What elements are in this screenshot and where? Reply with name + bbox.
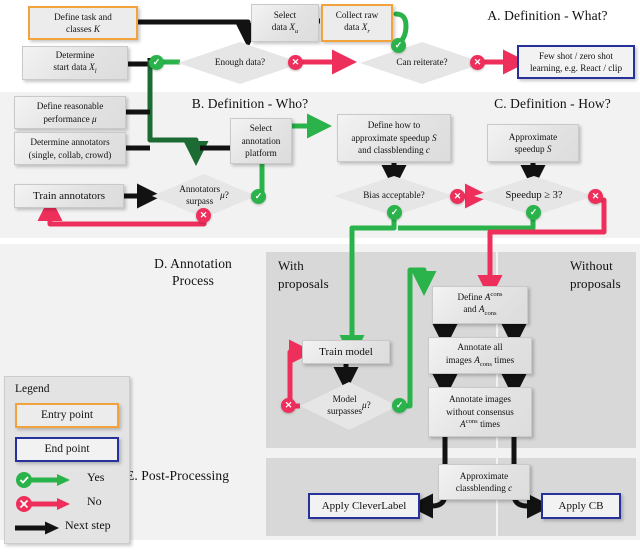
- node-train-annotators[interactable]: Train annotators: [14, 184, 124, 208]
- section-d-title-line2: Process: [172, 273, 214, 288]
- without-proposals-label-line2: proposals: [570, 276, 621, 291]
- node-approximate-classblending-label: Approximate classblending c: [455, 470, 513, 493]
- node-apply-cleverlabel-label: Apply CleverLabel: [321, 499, 407, 512]
- legend-end-point-label: End point: [44, 442, 90, 455]
- node-approximate-speedup[interactable]: Approximate speedup S: [487, 124, 579, 162]
- check-circle-icon: ✓: [251, 189, 266, 204]
- node-select-data-label: Select data Xu: [271, 9, 299, 36]
- legend-yes-label: Yes: [87, 470, 105, 484]
- legend-yes-row: Yes: [81, 470, 104, 485]
- node-train-annotators-label: Train annotators: [32, 189, 105, 202]
- section-c-title: C. Definition - How?: [494, 96, 611, 111]
- legend-next-step-arrow-icon: [15, 521, 59, 535]
- section-b-title: B. Definition - Who?: [191, 96, 309, 111]
- cross-circle-icon: ✕: [288, 55, 303, 70]
- flowchart-root: A. Definition - What? B. Definition - Wh…: [0, 0, 640, 554]
- node-can-reiterate-label: Can reiterate?: [396, 57, 448, 68]
- node-enough-data[interactable]: Enough data?: [178, 42, 302, 84]
- node-annotate-without-consensus-label: Annotate images without consensus Acons ti…: [446, 394, 514, 430]
- legend-entry-point-swatch: Entry point: [15, 403, 119, 428]
- legend-panel: Legend Entry point End point Yes No Next…: [4, 376, 130, 544]
- without-proposals-label-line1: Without: [570, 258, 613, 273]
- node-define-acons[interactable]: Define Acons and Acons: [432, 286, 528, 324]
- node-enough-data-label: Enough data?: [214, 57, 266, 68]
- node-determine-annotators[interactable]: Determine annotators (single, collab, cro…: [14, 132, 126, 165]
- legend-next-step-row: Next step: [65, 518, 111, 533]
- node-define-how-label: Define how to approximate speedup Sand cl…: [351, 120, 437, 156]
- cross-circle-icon: ✕: [450, 189, 465, 204]
- legend-title: Legend: [15, 383, 50, 395]
- node-few-shot-label: Few shot / zero shot learning, e.g. React…: [529, 50, 623, 73]
- node-collect-raw-data-label: Collect raw data Xr: [335, 9, 379, 36]
- legend-no-arrow-icon: [16, 496, 70, 512]
- node-define-performance[interactable]: Define reasonable performance μ: [14, 96, 126, 129]
- check-circle-icon: ✓: [387, 205, 402, 220]
- section-d-title-line1: D. Annotation: [154, 256, 232, 271]
- node-approximate-speedup-label: Approximate speedup S: [508, 131, 558, 154]
- node-annotate-all-label: Annotate all images Acons times: [445, 342, 515, 368]
- node-train-model[interactable]: Train model: [302, 340, 390, 364]
- check-circle-icon: ✓: [391, 38, 406, 53]
- node-select-data[interactable]: Select data Xu: [251, 4, 319, 42]
- with-proposals-label-line2: proposals: [278, 276, 329, 291]
- check-circle-icon: ✓: [149, 55, 164, 70]
- check-circle-icon: ✓: [392, 398, 407, 413]
- legend-next-step-label: Next step: [65, 518, 111, 532]
- node-can-reiterate[interactable]: Can reiterate?: [360, 42, 484, 84]
- legend-end-point-swatch: End point: [15, 437, 119, 462]
- node-few-shot[interactable]: Few shot / zero shot learning, e.g. React…: [517, 45, 635, 79]
- node-model-surpasses[interactable]: Model surpasses μ?: [300, 382, 398, 430]
- check-circle-icon: ✓: [526, 205, 541, 220]
- node-select-platform-label: Select annotation platform: [241, 123, 281, 159]
- node-determine-annotators-label: Determine annotators (single, collab, cro…: [28, 137, 112, 160]
- node-apply-cb[interactable]: Apply CB: [541, 493, 621, 519]
- node-determine-start-data[interactable]: Determine start data Xl: [22, 46, 128, 80]
- node-apply-cleverlabel[interactable]: Apply CleverLabel: [308, 493, 420, 519]
- node-train-model-label: Train model: [319, 345, 373, 358]
- section-a-title: A. Definition - What?: [487, 8, 608, 23]
- cross-circle-icon: ✕: [196, 208, 211, 223]
- cross-circle-icon: ✕: [281, 398, 296, 413]
- node-define-performance-label: Define reasonable performance μ: [36, 101, 104, 124]
- node-annotate-all[interactable]: Annotate all images Acons times: [428, 337, 532, 374]
- node-apply-cb-label: Apply CB: [558, 499, 604, 512]
- node-define-acons-label: Define Acons and Acons: [457, 290, 503, 318]
- node-collect-raw-data[interactable]: Collect raw data Xr: [321, 4, 393, 42]
- legend-no-label: No: [87, 494, 102, 508]
- node-determine-start-data-label: Determine start data Xl: [53, 49, 97, 76]
- node-approximate-classblending[interactable]: Approximate classblending c: [438, 464, 530, 500]
- legend-no-row: No: [81, 494, 102, 509]
- cross-circle-icon: ✕: [588, 189, 603, 204]
- section-e-title: E. Post-Processing: [126, 468, 230, 483]
- with-proposals-label-line1: With: [278, 258, 304, 273]
- node-define-how[interactable]: Define how to approximate speedup Sand cl…: [337, 114, 451, 162]
- legend-entry-point-label: Entry point: [40, 408, 94, 421]
- node-select-platform[interactable]: Select annotation platform: [230, 118, 292, 164]
- node-define-task[interactable]: Define task and classes K: [28, 6, 138, 40]
- node-annotate-without-consensus[interactable]: Annotate images without consensus Acons ti…: [428, 387, 532, 437]
- node-model-surpasses-label: Model surpasses μ?: [327, 394, 371, 416]
- cross-circle-icon: ✕: [470, 55, 485, 70]
- node-define-task-label: Define task and classes K: [54, 11, 112, 34]
- legend-yes-arrow-icon: [16, 472, 70, 488]
